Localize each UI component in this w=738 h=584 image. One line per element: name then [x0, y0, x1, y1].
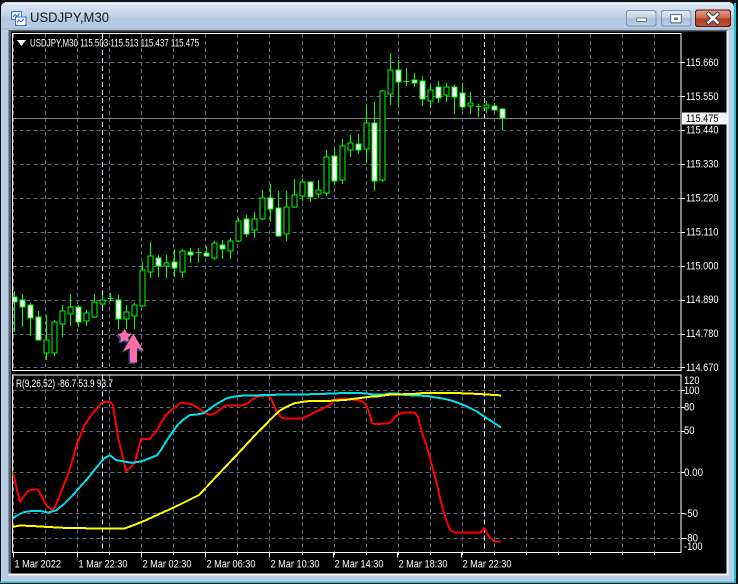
- svg-text:115.475: 115.475: [686, 113, 719, 125]
- svg-text:2 Mar 18:30: 2 Mar 18:30: [399, 559, 448, 571]
- svg-text:100: 100: [684, 385, 700, 397]
- svg-text:R(9,26,52) -86.7 53.9 93.7: R(9,26,52) -86.7 53.9 93.7: [16, 378, 113, 390]
- svg-text:80: 80: [684, 402, 695, 414]
- svg-text:-100: -100: [684, 541, 703, 553]
- svg-text:2 Mar 06:30: 2 Mar 06:30: [207, 559, 256, 571]
- svg-text:-50: -50: [684, 508, 698, 520]
- svg-text:115.110: 115.110: [686, 226, 719, 238]
- svg-text:114.780: 114.780: [686, 328, 719, 340]
- svg-text:114.890: 114.890: [686, 294, 719, 306]
- svg-text:115.660: 115.660: [686, 57, 719, 69]
- svg-text:115.330: 115.330: [686, 159, 719, 171]
- svg-text:2 Mar 10:30: 2 Mar 10:30: [271, 559, 320, 571]
- svg-text:115.220: 115.220: [686, 193, 719, 205]
- svg-text:115.440: 115.440: [686, 125, 719, 137]
- svg-text:USDJPY,M30: USDJPY,M30: [30, 10, 109, 25]
- svg-text:USDJPY,M30 115.503 115.513 11: USDJPY,M30 115.503 115.513 115.437 115.4…: [30, 38, 199, 50]
- svg-text:115.000: 115.000: [686, 260, 719, 272]
- svg-text:1 Mar 22:30: 1 Mar 22:30: [79, 559, 128, 571]
- svg-text:114.670: 114.670: [686, 362, 719, 374]
- svg-text:2 Mar 02:30: 2 Mar 02:30: [143, 559, 192, 571]
- svg-text:115.550: 115.550: [686, 91, 719, 103]
- svg-text:2 Mar 22:30: 2 Mar 22:30: [463, 559, 512, 571]
- svg-text:50: 50: [684, 425, 695, 437]
- svg-text:0.00: 0.00: [684, 467, 703, 479]
- svg-text:1 Mar 2022: 1 Mar 2022: [15, 559, 62, 571]
- svg-text:2 Mar 14:30: 2 Mar 14:30: [335, 559, 384, 571]
